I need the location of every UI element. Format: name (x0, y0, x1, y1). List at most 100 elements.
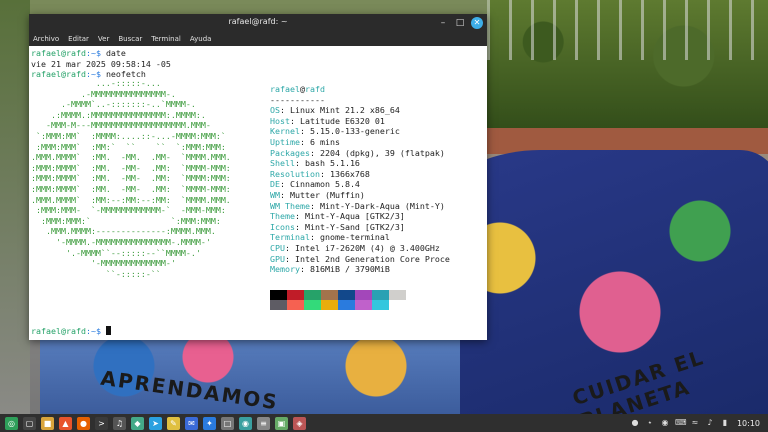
menu-buscar[interactable]: Buscar (118, 35, 142, 43)
maximize-button[interactable]: □ (454, 17, 466, 29)
logo-line: :MMM:MMMM` :MM. -MM- .MM: `MMMM-MMM: (31, 162, 231, 173)
logo-line: :MMM:MMM:` `:MMM:MMM: (31, 215, 221, 226)
color-swatch (338, 290, 355, 300)
info-key: GPU (270, 253, 285, 264)
color-swatch (321, 290, 338, 300)
network-icon[interactable]: ≈ (690, 418, 700, 428)
info-row: Host: Latitude E6320 01 (270, 116, 450, 127)
app3-icon[interactable]: ◈ (293, 416, 306, 430)
mint-menu-icon[interactable]: ◎ (5, 416, 18, 430)
notes-icon[interactable]: ✎ (167, 416, 180, 430)
info-colon: : (299, 264, 310, 275)
menu-terminal[interactable]: Terminal (151, 35, 181, 43)
info-key: OS (270, 105, 280, 116)
logo-line: `:MMM:MM` :MMMM:....::-...-MMMM:MMM:` (31, 130, 226, 141)
info-colon: : (309, 147, 320, 158)
info-key: DE (270, 179, 280, 190)
update-icon[interactable]: ● (630, 418, 640, 428)
info-key: Resolution (270, 168, 320, 179)
color-swatch (389, 300, 406, 310)
menu-editar[interactable]: Editar (68, 35, 89, 43)
close-button[interactable]: ✕ (471, 17, 483, 29)
info-row: Packages: 2204 (dpkg), 39 (flatpak) (270, 148, 450, 159)
terminal-window: rafael@rafd: ~ – □ ✕ Archivo Editar Ver … (29, 14, 487, 340)
logo-line: .-MMMM`..-:::::::-..`MMMM-. (31, 99, 196, 110)
terminal-output[interactable]: rafael@rafd:~$ date vie 21 mar 2025 09:5… (29, 46, 487, 340)
logo-line: :MMM:MMMM` :MM. -MM- .MM: `MMMM:MMM: (31, 173, 231, 184)
info-colon: : (280, 189, 290, 200)
app2-icon[interactable]: ▣ (275, 416, 288, 430)
vscode-icon[interactable]: ✦ (203, 416, 216, 430)
notifications-icon[interactable]: ◉ (660, 418, 670, 428)
info-key: Kernel (270, 126, 300, 137)
info-value: Mint-Y-Sand [GTK2/3] (304, 221, 405, 232)
logo-line: ``-:::::-`` (31, 268, 161, 279)
info-colon: : (280, 179, 290, 190)
menu-ayuda[interactable]: Ayuda (190, 35, 212, 43)
text-cursor (105, 326, 111, 335)
color-swatch (287, 290, 304, 300)
info-row: Shell: bash 5.1.16 (270, 158, 450, 169)
info-value: 816MiB / 3790MiB (309, 264, 390, 275)
info-value: 1366x768 (329, 168, 370, 179)
info-row: OS: Linux Mint 21.2 x86_64 (270, 105, 450, 116)
menu-ver[interactable]: Ver (98, 35, 109, 43)
color-swatch (304, 300, 321, 310)
prompt-line-3: rafael@rafd:~$ (31, 326, 111, 337)
prompt-line-1: rafael@rafd:~$ date (31, 48, 126, 58)
wallpaper-fence (487, 0, 768, 60)
show-desktop-icon[interactable]: ▢ (23, 416, 36, 430)
info-row: CPU: Intel i7-2620M (4) @ 3.400GHz (270, 243, 450, 254)
info-value: Latitude E6320 01 (299, 115, 385, 126)
bluetooth-icon[interactable]: ⋆ (645, 418, 655, 428)
camera-icon[interactable]: ◉ (239, 416, 252, 430)
telegram-icon[interactable]: ➤ (149, 416, 162, 430)
info-colon: : (294, 158, 305, 169)
media-icon[interactable]: ♫ (113, 416, 126, 430)
logo-line: '-MMMM.-MMMMMMMMMMMMMMM-.MMMM-' (31, 236, 211, 247)
system-info: rafael@rafd ----------- OS: Linux Mint 2… (270, 84, 450, 275)
info-row: GPU: Intel 2nd Generation Core Proce (270, 254, 450, 265)
brave-icon[interactable]: ▲ (59, 416, 72, 430)
keyboard-icon[interactable]: ⌨ (675, 418, 687, 428)
info-row: Theme: Mint-Y-Aqua [GTK2/3] (270, 211, 450, 222)
color-palette (270, 290, 406, 310)
logo-line: -MMM-M---MMMMMMMMMMMMMMMMMMM.MMM- (31, 120, 211, 131)
color-swatch (355, 290, 372, 300)
info-separator: ----------- (270, 94, 325, 105)
logo-line: .MMM.MMMM` :MM. -MM. .MM- `MMMM.MMM. (31, 152, 231, 163)
battery-icon[interactable]: ▮ (720, 418, 730, 428)
files-icon[interactable]: ■ (41, 416, 54, 430)
firefox-icon[interactable]: ● (77, 416, 90, 430)
window-titlebar[interactable]: rafael@rafd: ~ – □ ✕ (29, 14, 487, 32)
volume-icon[interactable]: ♪ (705, 418, 715, 428)
terminal-icon[interactable]: > (95, 416, 108, 430)
info-key: Icons (270, 221, 295, 232)
app-icon[interactable]: ◆ (131, 416, 144, 430)
info-colon: : (319, 168, 330, 179)
window-icon[interactable]: □ (221, 416, 234, 430)
info-key: WM Theme (270, 200, 310, 211)
info-key: Host (270, 115, 290, 126)
color-swatch (389, 290, 406, 300)
info-colon: : (289, 115, 300, 126)
text-editor-icon[interactable]: ≡ (257, 416, 270, 430)
info-value: Intel i7-2620M (4) @ 3.400GHz (295, 242, 440, 253)
menu-archivo[interactable]: Archivo (33, 35, 59, 43)
info-row: Terminal: gnome-terminal (270, 232, 450, 243)
info-colon: : (285, 242, 295, 253)
minimize-button[interactable]: – (437, 17, 449, 29)
info-row: Resolution: 1366x768 (270, 169, 450, 180)
mail-icon[interactable]: ✉ (185, 416, 198, 430)
clock[interactable]: 10:10 (737, 419, 760, 428)
info-key: Uptime (270, 136, 300, 147)
info-key: Packages (270, 147, 310, 158)
info-key: Terminal (270, 232, 310, 243)
color-swatch (304, 290, 321, 300)
info-value: 6 mins (309, 136, 340, 147)
logo-line: :MMM:MMMM` :MM. -MM- .MM: `MMMM-MMM: (31, 183, 231, 194)
info-value: Mint-Y-Dark-Aqua (Mint-Y) (319, 200, 445, 211)
color-swatch (372, 300, 389, 310)
info-colon: : (294, 211, 305, 222)
info-header: rafael@rafd (270, 84, 325, 94)
